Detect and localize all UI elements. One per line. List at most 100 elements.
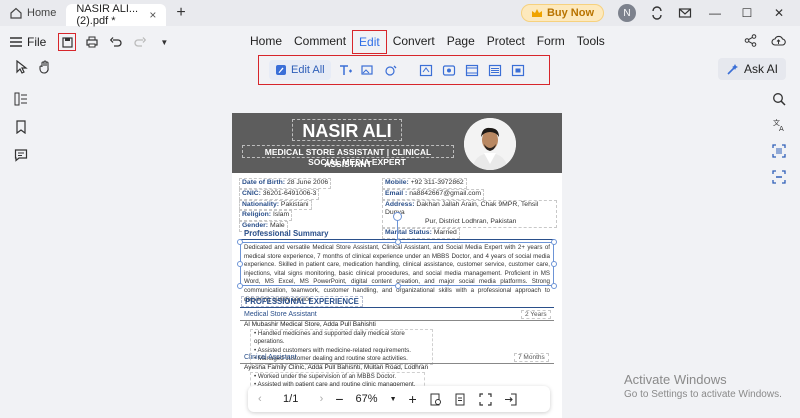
resize-handle-top-left[interactable] xyxy=(237,239,243,245)
experience-heading[interactable]: PROFESSIONAL EXPERIENCE xyxy=(241,296,363,307)
comment-panel-icon[interactable] xyxy=(14,148,28,162)
address-field[interactable]: Address: Dakhan Jallah Arain, Chak 9MPR,… xyxy=(382,199,557,228)
resize-handle-left[interactable] xyxy=(237,261,243,267)
zoom-in-button[interactable]: + xyxy=(409,391,417,407)
personal-info-right: Mobile: +92 311-3972862 Email : na884266… xyxy=(382,178,557,239)
menu-convert[interactable]: Convert xyxy=(387,30,441,54)
prev-page-icon[interactable]: ‹ xyxy=(258,393,262,405)
email-field[interactable]: Email : na8842667@gmail.com xyxy=(382,188,485,200)
fullscreen-icon[interactable] xyxy=(479,392,492,406)
search-icon[interactable] xyxy=(772,92,786,106)
home-tab-label: Home xyxy=(27,7,57,19)
redo-button[interactable] xyxy=(132,34,148,50)
job1-company[interactable]: Al Mubashir Medical Store, Adda Pull Bah… xyxy=(244,321,376,328)
exit-icon[interactable] xyxy=(504,392,517,406)
file-menu-button[interactable]: File xyxy=(10,35,46,49)
home-icon xyxy=(10,7,22,19)
home-tab[interactable]: Home xyxy=(0,0,66,26)
pdf-page[interactable]: NASIR ALI MEDICAL STORE ASSISTANT | CLIN… xyxy=(232,113,562,418)
zoom-dropdown-icon[interactable]: ▼ xyxy=(390,396,397,403)
fit-width-icon[interactable] xyxy=(454,393,467,406)
resize-handle-right[interactable] xyxy=(551,261,557,267)
ask-ai-button[interactable]: Ask AI xyxy=(717,58,786,80)
resize-handle-bottom-right[interactable] xyxy=(551,283,557,289)
edit-all-button[interactable]: Edit All xyxy=(269,60,331,80)
thumbnails-icon[interactable] xyxy=(14,92,28,106)
add-text-tool-icon[interactable] xyxy=(337,62,354,78)
menu-home[interactable]: Home xyxy=(244,30,288,54)
menu-form[interactable]: Form xyxy=(531,30,571,54)
edit-all-icon xyxy=(276,65,286,75)
menu-page[interactable]: Page xyxy=(441,30,481,54)
job1-duration[interactable]: 2 Years xyxy=(521,310,551,319)
job2-company[interactable]: Ayesha Family Clinic, Adda Pull Bahishti… xyxy=(244,364,428,371)
summary-heading[interactable]: Professional Summary xyxy=(244,229,329,238)
job1-title[interactable]: Medical Store Assistant xyxy=(244,311,317,318)
mobile-field[interactable]: Mobile: +92 311-3972862 xyxy=(382,178,467,189)
new-tab-icon[interactable]: + xyxy=(176,5,185,21)
resize-handle-bottom-left[interactable] xyxy=(237,283,243,289)
resume-name[interactable]: NASIR ALI xyxy=(292,119,402,141)
personal-info-left: Date of Birth: 28 June 2006 CNIC: 36201-… xyxy=(239,178,332,232)
marital-status-field[interactable]: Marital Status: Married xyxy=(382,227,460,239)
job2-bullet: • Worked under the supervision of an MBB… xyxy=(254,373,397,380)
select-cursor-icon[interactable] xyxy=(14,60,28,74)
watermark-tool-icon[interactable] xyxy=(418,62,435,78)
hamburger-icon xyxy=(10,37,22,47)
close-tab-icon[interactable]: × xyxy=(149,8,156,22)
buy-now-button[interactable]: Buy Now xyxy=(520,4,604,22)
close-window-button[interactable]: ✕ xyxy=(770,6,788,20)
menu-bar: File ▼ Home Comment Edit Convert Page Pr… xyxy=(0,28,800,56)
share-icon[interactable] xyxy=(744,34,757,47)
bates-number-tool-icon[interactable] xyxy=(487,62,504,78)
hand-tool-icon[interactable] xyxy=(38,60,52,74)
page-indicator[interactable]: 1/1 xyxy=(274,393,308,405)
page-number-tool-icon[interactable] xyxy=(510,62,527,78)
compare-icon[interactable] xyxy=(772,170,786,184)
menu-tools[interactable]: Tools xyxy=(571,30,611,54)
add-image-tool-icon[interactable] xyxy=(360,62,377,78)
minimize-button[interactable]: — xyxy=(706,6,724,20)
ai-sparkle-icon xyxy=(727,63,738,75)
translate-icon[interactable]: 文A xyxy=(772,118,786,132)
resize-handle-bottom[interactable] xyxy=(395,283,401,289)
resize-handle-top[interactable] xyxy=(395,239,401,245)
print-button[interactable] xyxy=(84,34,100,50)
dob-field[interactable]: Date of Birth: 28 June 2006 xyxy=(239,178,332,189)
undo-button[interactable] xyxy=(108,34,124,50)
rotate-handle-line xyxy=(397,220,398,239)
quick-access-dropdown-icon[interactable]: ▼ xyxy=(156,34,172,50)
bookmark-icon[interactable] xyxy=(14,120,28,134)
summary-text-box[interactable]: Dedicated and versatile Medical Store As… xyxy=(240,242,554,303)
next-page-icon[interactable]: › xyxy=(320,393,324,405)
activate-windows-subtitle: Go to Settings to activate Windows. xyxy=(624,389,782,400)
menu-edit[interactable]: Edit xyxy=(352,30,387,54)
religion-field[interactable]: Religion: Islam xyxy=(239,210,293,222)
header-footer-tool-icon[interactable] xyxy=(464,62,481,78)
resume-subtitle-2[interactable]: SOCIAL MEDIA EXPERT xyxy=(302,157,412,168)
menu-comment[interactable]: Comment xyxy=(288,30,352,54)
help-icon[interactable] xyxy=(650,6,664,20)
profile-photo[interactable] xyxy=(464,118,516,170)
ocr-scan-icon[interactable] xyxy=(772,144,786,158)
mail-icon[interactable] xyxy=(678,6,692,20)
resize-handle-top-right[interactable] xyxy=(551,239,557,245)
avatar[interactable]: N xyxy=(618,4,636,22)
background-tool-icon[interactable] xyxy=(441,62,458,78)
save-button[interactable] xyxy=(58,33,77,51)
add-link-tool-icon[interactable] xyxy=(383,62,400,78)
redo-icon xyxy=(134,37,147,47)
maximize-button[interactable]: ☐ xyxy=(738,6,756,20)
zoom-out-button[interactable]: − xyxy=(335,391,343,407)
job2-duration[interactable]: 7 Months xyxy=(514,353,549,362)
cnic-field[interactable]: CNIC: 36201-6491006-3 xyxy=(239,188,320,200)
nationality-field[interactable]: Nationality: Pakistani xyxy=(239,199,312,211)
cloud-upload-icon[interactable] xyxy=(771,34,786,47)
fit-page-icon[interactable] xyxy=(429,393,442,406)
document-tab[interactable]: NASIR ALI...(2).pdf * × xyxy=(66,3,167,27)
edit-toolbar: Edit All xyxy=(258,55,550,85)
svg-text:A: A xyxy=(779,125,784,132)
zoom-level[interactable]: 67% xyxy=(356,393,378,405)
menu-protect[interactable]: Protect xyxy=(481,30,531,54)
job2-title[interactable]: Clinical Assistant xyxy=(244,354,297,361)
